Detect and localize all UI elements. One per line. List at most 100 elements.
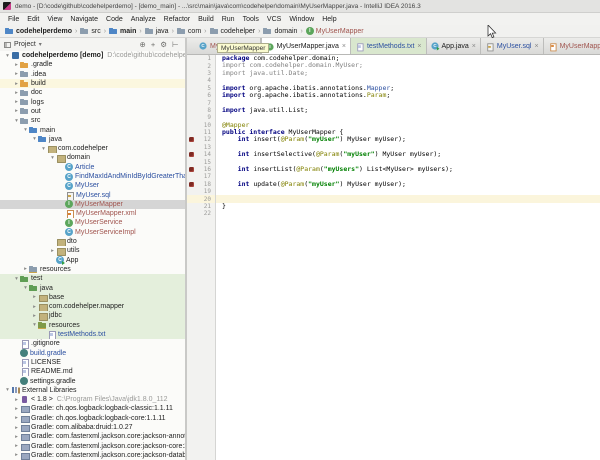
tree-row-out[interactable]: ▸out (0, 107, 185, 116)
breadcrumb-item-myusermapper[interactable]: IMyUserMapper (306, 27, 364, 35)
scroll-from-source-icon[interactable]: + (148, 40, 157, 49)
tree-row-gradle-com-fasterxml-jackson-core-jackson-core-2-8-4[interactable]: ▸Gradle: com.fasterxml.jackson.core:jack… (0, 441, 185, 450)
expand-arrow-icon[interactable]: ▸ (31, 294, 38, 300)
collapse-arrow-icon[interactable]: ▾ (13, 118, 20, 124)
expand-arrow-icon[interactable]: ▸ (13, 434, 20, 440)
tree-row-article[interactable]: CArticle (0, 163, 185, 172)
expand-arrow-icon[interactable]: ▸ (13, 397, 20, 403)
collapse-arrow-icon[interactable]: ▾ (31, 136, 38, 142)
tree-row-com-codehelper[interactable]: ▾com.codehelper (0, 144, 185, 153)
menu-item-file[interactable]: File (4, 16, 23, 23)
breadcrumb-item-com[interactable]: com (177, 27, 201, 35)
close-icon[interactable]: × (472, 43, 476, 50)
breadcrumb-item-codehelperdemo[interactable]: codehelperdemo (5, 27, 72, 35)
tree-row-testmethods-txt[interactable]: testMethods.txt (0, 330, 185, 339)
tree-row-app[interactable]: CApp (0, 256, 185, 265)
tree-row-idea[interactable]: ▸.idea (0, 70, 185, 79)
tree-row-resources[interactable]: ▸resources (0, 265, 185, 274)
tree-row-codehelperdemo-demo[interactable]: ▾codehelperdemo [demo]D:\code\github\cod… (0, 51, 185, 60)
tree-row-build-gradle[interactable]: build.gradle (0, 349, 185, 358)
tree-row-jdbc[interactable]: ▸jdbc (0, 311, 185, 320)
tree-row-settings-gradle[interactable]: settings.gradle (0, 376, 185, 385)
expand-arrow-icon[interactable]: ▸ (13, 108, 20, 114)
hide-panel-icon[interactable]: ⊢ (169, 40, 181, 49)
expand-arrow-icon[interactable]: ▸ (13, 406, 20, 412)
breadcrumb-item-domain[interactable]: domain (263, 27, 297, 35)
menu-item-tools[interactable]: Tools (239, 16, 263, 23)
code-editor[interactable]: package com.codehelper.domain;import com… (216, 55, 600, 460)
expand-arrow-icon[interactable]: ▸ (13, 425, 20, 431)
collapse-arrow-icon[interactable]: ▾ (4, 387, 11, 393)
tree-row-myusermapper-xml[interactable]: MyUserMapper.xml (0, 209, 185, 218)
expand-arrow-icon[interactable]: ▸ (13, 452, 20, 458)
gear-icon[interactable]: ⚙ (158, 40, 170, 49)
tree-row-myuserserviceimpl[interactable]: CMyUserServiceImpl (0, 228, 185, 237)
tree-row-java[interactable]: ▾java (0, 283, 185, 292)
tree-row-gradle[interactable]: ▸.gradle (0, 60, 185, 69)
collapse-arrow-icon[interactable]: ▾ (22, 127, 29, 133)
breadcrumb-item-java[interactable]: java (145, 27, 169, 35)
tree-row-logs[interactable]: ▸logs (0, 97, 185, 106)
tree-row-utils[interactable]: ▸utils (0, 246, 185, 255)
editor[interactable]: 12345678910111213141516171819202122 pack… (187, 55, 600, 460)
menu-item-run[interactable]: Run (218, 16, 239, 23)
tree-row-gradle-com-alibaba-druid-1-0-27[interactable]: ▸Gradle: com.alibaba:druid:1.0.27 (0, 423, 185, 432)
expand-arrow-icon[interactable]: ▸ (13, 90, 20, 96)
collapse-arrow-icon[interactable]: ▾ (49, 155, 56, 161)
mybatis-statement-icon[interactable] (189, 152, 194, 157)
tree-row-external-libraries[interactable]: ▾External Libraries (0, 386, 185, 395)
mybatis-statement-icon[interactable] (189, 167, 194, 172)
collapse-arrow-icon[interactable]: ▾ (31, 322, 38, 328)
menu-item-refactor[interactable]: Refactor (160, 16, 194, 23)
tab-myusermapper-java[interactable]: IMyUserMapper.java× (261, 38, 351, 55)
tree-row-gitignore[interactable]: .gitignore (0, 339, 185, 348)
tree-row-readme-md[interactable]: README.md (0, 367, 185, 376)
expand-arrow-icon[interactable]: ▸ (13, 81, 20, 87)
tree-row-doc[interactable]: ▸doc (0, 88, 185, 97)
tree-row-base[interactable]: ▸base (0, 293, 185, 302)
collapse-arrow-icon[interactable]: ▾ (4, 53, 11, 59)
tree-row-dto[interactable]: dto (0, 237, 185, 246)
collapse-arrow-icon[interactable]: ▾ (22, 285, 29, 291)
tree-row-src[interactable]: ▾src (0, 116, 185, 125)
expand-arrow-icon[interactable]: ▸ (49, 248, 56, 254)
tree-row-gradle-ch-qos-logback-logback-classic-1-1-11[interactable]: ▸Gradle: ch.qos.logback:logback-classic:… (0, 404, 185, 413)
breadcrumb-item-src[interactable]: src (80, 27, 100, 35)
tree-row-main[interactable]: ▾main (0, 125, 185, 134)
tree-row-myusermapper[interactable]: IMyUserMapper (0, 200, 185, 209)
locate-icon[interactable]: ⊕ (137, 40, 148, 49)
menu-item-navigate[interactable]: Navigate (66, 16, 102, 23)
menu-item-window[interactable]: Window (285, 16, 318, 23)
tab-app-java[interactable]: CApp.java× (427, 38, 481, 54)
expand-arrow-icon[interactable]: ▸ (13, 443, 20, 449)
tree-row-1-8[interactable]: ▸< 1.8 >C:\Program Files\Java\jdk1.8.0_1… (0, 395, 185, 404)
breadcrumb-item-main[interactable]: main (109, 27, 136, 35)
tree-row-java[interactable]: ▾java (0, 135, 185, 144)
expand-arrow-icon[interactable]: ▸ (13, 99, 20, 105)
breadcrumb-item-codehelper[interactable]: codehelper (210, 27, 256, 35)
expand-arrow-icon[interactable]: ▸ (13, 71, 20, 77)
tree-row-domain[interactable]: ▾domain (0, 153, 185, 162)
collapse-arrow-icon[interactable]: ▾ (13, 276, 20, 282)
tree-row-myuser-sql[interactable]: MyUser.sql (0, 190, 185, 199)
close-icon[interactable]: × (417, 43, 421, 50)
tree-row-myuser[interactable]: CMyUser (0, 181, 185, 190)
tree-row-myuserservice[interactable]: IMyUserService (0, 218, 185, 227)
expand-arrow-icon[interactable]: ▸ (31, 313, 38, 319)
menu-item-vcs[interactable]: VCS (263, 16, 285, 23)
expand-arrow-icon[interactable]: ▸ (31, 304, 38, 310)
expand-arrow-icon[interactable]: ▸ (13, 415, 20, 421)
tree-row-gradle-ch-qos-logback-logback-core-1-1-11[interactable]: ▸Gradle: ch.qos.logback:logback-core:1.1… (0, 414, 185, 423)
menu-item-help[interactable]: Help (318, 16, 340, 23)
menu-item-code[interactable]: Code (102, 16, 127, 23)
tab-myuser-sql[interactable]: MyUser.sql× (481, 38, 544, 54)
tree-row-com-codehelper-mapper[interactable]: ▸com.codehelper.mapper (0, 302, 185, 311)
tab-myusermapper-xml[interactable]: MyUserMapper.xml× (544, 38, 600, 54)
expand-arrow-icon[interactable]: ▸ (22, 266, 29, 272)
collapse-arrow-icon[interactable]: ▾ (40, 146, 47, 152)
close-icon[interactable]: × (342, 43, 346, 50)
tree-row-license[interactable]: LICENSE (0, 358, 185, 367)
tree-row-findmaxidandminidbyidgreaterthanresul[interactable]: CFindMaxIdAndMinIdByIdGreaterThanResul (0, 172, 185, 181)
close-icon[interactable]: × (534, 43, 538, 50)
tree-row-test[interactable]: ▾test (0, 274, 185, 283)
